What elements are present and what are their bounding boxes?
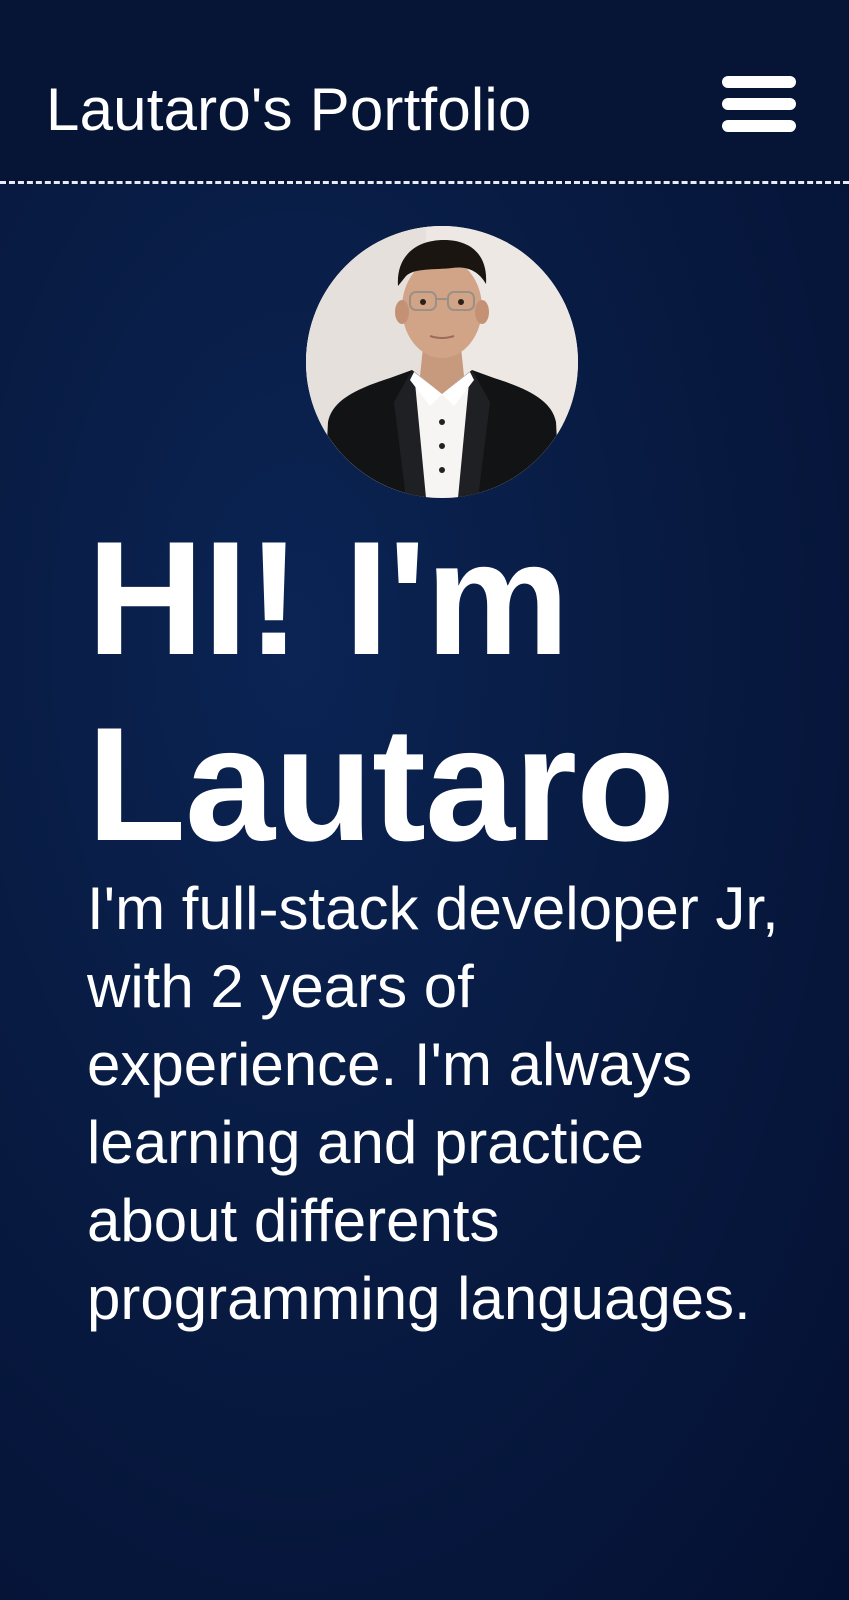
hero-heading-line2: Lautaro	[87, 694, 675, 875]
profile-photo-icon	[306, 226, 578, 498]
site-header: Lautaro's Portfolio	[0, 0, 849, 184]
hero-heading: HI! I'm Lautaro	[87, 506, 807, 878]
profile-avatar	[306, 226, 578, 498]
hero-bio: I'm full-stack developer Jr, with 2 year…	[87, 875, 779, 1332]
site-title[interactable]: Lautaro's Portfolio	[46, 74, 532, 146]
hamburger-menu-button[interactable]	[718, 72, 800, 136]
hero-heading-line1: HI! I'm	[87, 508, 570, 689]
